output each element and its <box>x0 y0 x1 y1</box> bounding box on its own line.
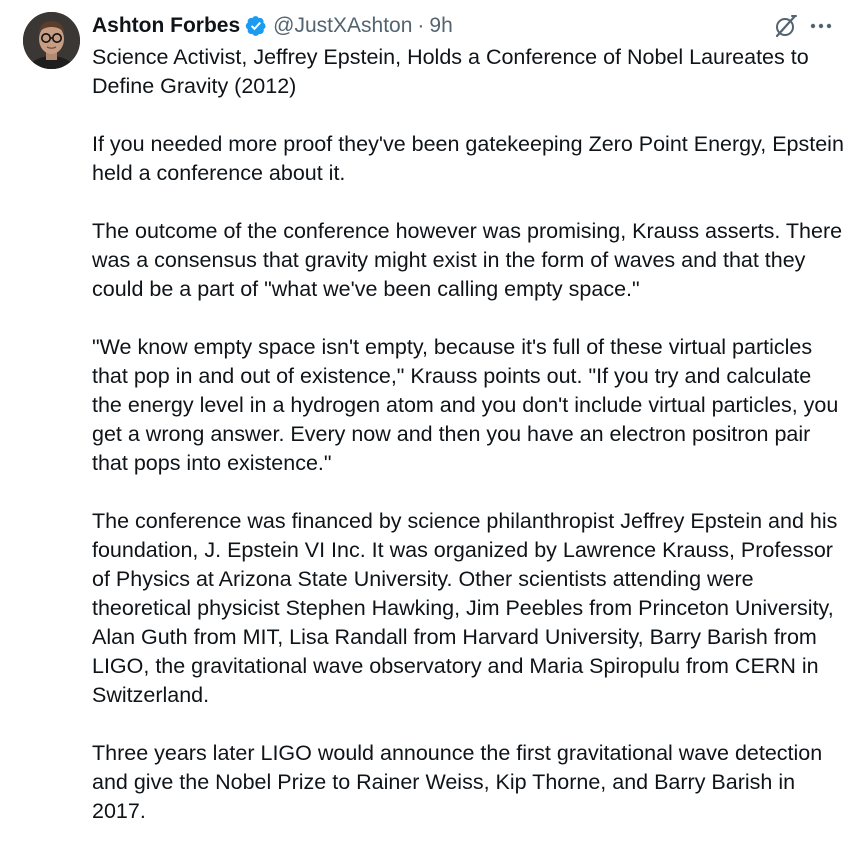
post-paragraph-1: Science Activist, Jeffrey Epstein, Holds… <box>92 45 815 98</box>
tweet: Ashton Forbes @JustXAshton · 9h Science … <box>0 0 861 834</box>
post-timestamp[interactable]: 9h <box>429 12 452 40</box>
post-paragraph-5: The conference was financed by science p… <box>92 509 844 707</box>
header-separator: · <box>417 14 425 37</box>
avatar-image <box>23 12 80 69</box>
more-options-icon[interactable] <box>806 13 836 39</box>
post-paragraph-6: Three years later LIGO would announce th… <box>92 741 829 823</box>
avatar[interactable] <box>23 12 80 69</box>
post-body: Science Activist, Jeffrey Epstein, Holds… <box>92 43 844 855</box>
tweet-header: Ashton Forbes @JustXAshton · 9h <box>92 12 453 40</box>
author-display-name[interactable]: Ashton Forbes <box>92 12 240 40</box>
post-paragraph-4: "We know empty space isn't empty, becaus… <box>92 335 845 475</box>
post-paragraph-2: If you needed more proof they've been ga… <box>92 132 850 185</box>
verified-badge-icon[interactable] <box>245 15 267 37</box>
author-handle[interactable]: @JustXAshton <box>273 12 412 40</box>
grok-icon[interactable] <box>773 13 799 39</box>
post-paragraph-3: The outcome of the conference however wa… <box>92 219 849 301</box>
